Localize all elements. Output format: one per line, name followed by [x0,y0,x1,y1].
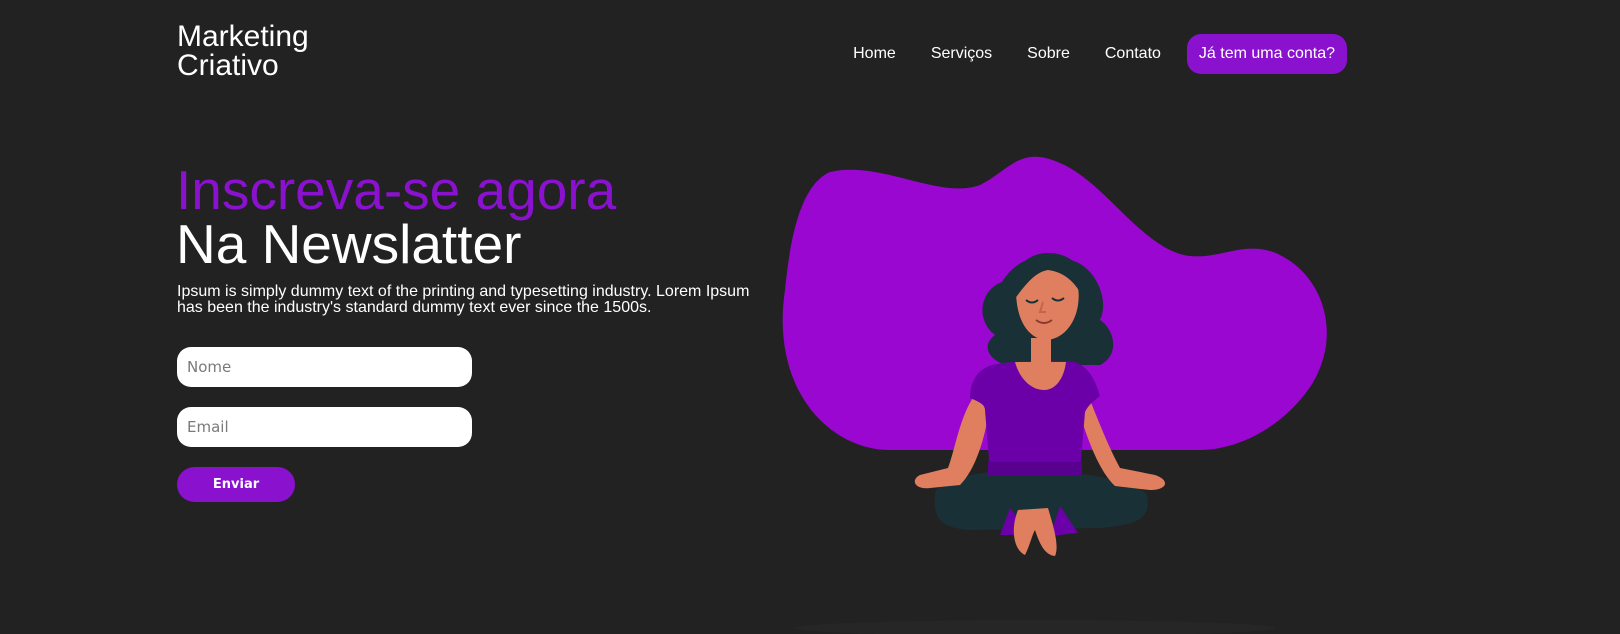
hero-description: Ipsum is simply dummy text of the printi… [177,283,750,316]
waist-band [988,462,1082,476]
meditation-illustration [782,156,1327,634]
logo-line-2: Criativo [177,49,279,82]
neck [1031,338,1051,364]
floor-shadow [795,620,1275,634]
hero-title: Na Newslatter [176,213,522,275]
logo-line-1: Marketing [177,20,309,53]
submit-button[interactable]: Enviar [177,467,295,502]
hero-title-accent: Inscreva-se agora [176,159,617,221]
main-nav: Home Serviços Sobre Contato Já tem uma c… [853,34,1347,74]
nav-link-about[interactable]: Sobre [1027,37,1070,71]
nav-link-services[interactable]: Serviços [931,37,992,71]
login-button[interactable]: Já tem uma conta? [1186,34,1347,74]
nav-link-contact[interactable]: Contato [1105,37,1161,71]
newsletter-page: Marketing Criativo Home Serviços Sobre C… [0,0,1620,634]
nav-link-home[interactable]: Home [853,37,896,71]
email-input[interactable] [177,407,472,447]
site-logo[interactable]: Marketing Criativo [177,20,309,82]
name-input[interactable] [177,347,472,387]
